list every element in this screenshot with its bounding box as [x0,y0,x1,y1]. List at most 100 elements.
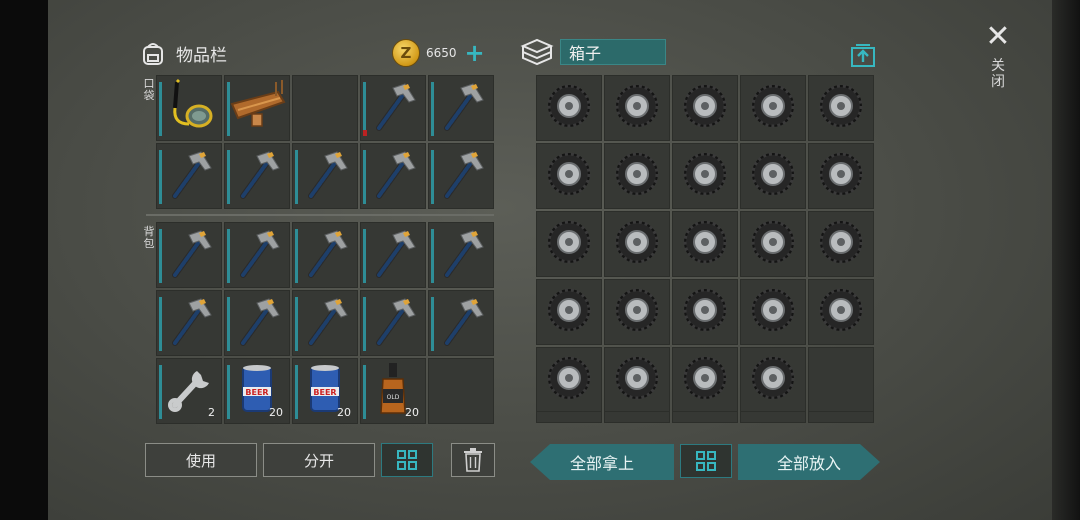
inventory-slot[interactable]: OLD 20 [360,358,426,424]
inventory-slot[interactable] [360,143,426,209]
box-slot[interactable] [740,347,806,413]
inventory-slot[interactable] [428,358,494,424]
hatchet-icon [433,146,489,206]
box-slot[interactable] [808,211,874,277]
tire-icon [750,83,796,133]
inventory-slot[interactable]: BEER 20 [224,358,290,424]
hatchet-icon [229,293,285,353]
inventory-slot[interactable] [292,75,358,141]
tire-icon [614,355,660,405]
inventory-slot[interactable] [428,75,494,141]
inventory-slot[interactable] [224,290,290,356]
box-slot[interactable] [604,75,670,141]
upload-icon[interactable] [850,42,876,68]
box-slot[interactable] [672,347,738,413]
inventory-slot[interactable] [360,75,426,141]
box-slot[interactable] [672,279,738,345]
section-divider [146,214,494,216]
inventory-slot[interactable] [292,222,358,288]
tire-icon [750,219,796,269]
box-slot[interactable] [604,211,670,277]
box-slot[interactable] [740,279,806,345]
box-slot[interactable] [740,75,806,141]
inventory-slot[interactable] [428,290,494,356]
box-slot[interactable] [808,75,874,141]
take-all-button[interactable]: 全部拿上 [530,444,674,480]
add-coins-button[interactable]: + [465,41,485,65]
hatchet-icon [161,225,217,285]
box-slot[interactable] [536,411,602,423]
box-slot[interactable] [740,411,806,423]
backpack-icon [143,43,163,65]
box-slot[interactable] [808,279,874,345]
trash-button[interactable] [451,443,495,477]
box-title: 箱子 [560,39,666,65]
hatchet-icon [365,225,421,285]
inventory-slot[interactable] [156,290,222,356]
box-slot[interactable] [672,75,738,141]
close-button[interactable]: ✕ 关闭 [984,22,1012,102]
tire-icon [546,219,592,269]
inventory-slot[interactable] [156,222,222,288]
box-header: 箱子 [520,36,666,68]
box-slot[interactable] [536,143,602,209]
use-button[interactable]: 使用 [145,443,257,477]
tire-icon [682,287,728,337]
close-label: 关闭 [991,58,1005,90]
hatchet-icon [297,293,353,353]
box-slot[interactable] [808,347,874,413]
box-slot[interactable] [604,279,670,345]
box-slot[interactable] [536,211,602,277]
box-slot[interactable] [808,411,874,423]
tire-icon [614,287,660,337]
inventory-slot[interactable] [428,222,494,288]
box-grid-overflow-row [536,411,874,423]
box-slot[interactable] [672,211,738,277]
hatchet-icon [365,78,421,138]
box-slot[interactable] [604,411,670,423]
pocket-grid [156,75,494,209]
tire-icon [682,219,728,269]
item-quantity: 20 [405,406,419,419]
sort-inventory-button[interactable] [381,443,433,477]
inventory-slot[interactable]: BEER 20 [292,358,358,424]
svg-text:BEER: BEER [313,388,336,397]
hatchet-icon [433,78,489,138]
inventory-slot[interactable] [156,75,222,141]
inventory-slot[interactable]: 2 [156,358,222,424]
box-slot[interactable] [536,75,602,141]
box-slot[interactable] [536,347,602,413]
box-slot[interactable] [808,143,874,209]
tire-icon [818,83,864,133]
inventory-slot[interactable] [292,143,358,209]
inventory-slot[interactable] [224,222,290,288]
diving-mask-icon [161,78,217,138]
hatchet-icon [297,225,353,285]
inventory-slot[interactable] [224,75,290,141]
box-slot[interactable] [536,279,602,345]
tire-icon [546,151,592,201]
inventory-slot[interactable] [428,143,494,209]
tire-icon [682,83,728,133]
inventory-title: 物品栏 [176,45,227,66]
box-slot[interactable] [604,143,670,209]
inventory-slot[interactable] [360,222,426,288]
box-slot[interactable] [740,143,806,209]
tire-icon [546,355,592,405]
put-all-button[interactable]: 全部放入 [738,444,880,480]
inventory-slot[interactable] [360,290,426,356]
tire-icon [818,219,864,269]
box-slot[interactable] [740,211,806,277]
inventory-slot[interactable] [224,143,290,209]
svg-text:BEER: BEER [245,388,268,397]
hatchet-icon [365,146,421,206]
box-slot[interactable] [672,143,738,209]
box-slot[interactable] [604,347,670,413]
hatchet-icon [297,146,353,206]
inventory-slot[interactable] [156,143,222,209]
split-button[interactable]: 分开 [263,443,375,477]
box-slot[interactable] [672,411,738,423]
tire-icon [614,219,660,269]
sort-box-button[interactable] [680,444,732,478]
inventory-slot[interactable] [292,290,358,356]
